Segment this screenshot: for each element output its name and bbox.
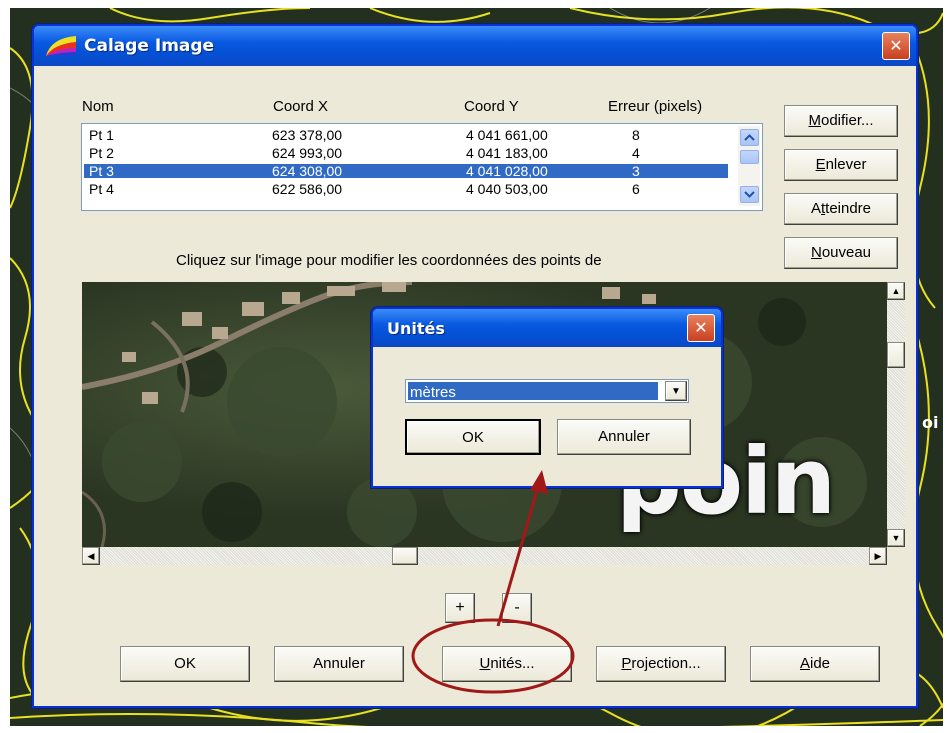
- scroll-thumb[interactable]: [740, 150, 759, 164]
- button-label: ouveau: [821, 244, 872, 261]
- close-icon: ✕: [889, 36, 903, 55]
- access-key: P: [621, 655, 632, 672]
- chevron-down-icon: [744, 191, 755, 198]
- point-name: Pt 4: [89, 181, 114, 197]
- scroll-down-button[interactable]: ▼: [887, 529, 905, 547]
- point-name: Pt 2: [89, 145, 114, 161]
- unites-close-button[interactable]: ✕: [687, 314, 715, 342]
- chevron-down-icon: ▼: [671, 386, 681, 397]
- column-header-nom: Nom: [82, 98, 114, 115]
- point-y: 4 041 028,00: [466, 163, 548, 179]
- unites-button[interactable]: Unités...: [442, 646, 572, 682]
- list-item[interactable]: Pt 4 622 586,00 4 040 503,00 6: [84, 182, 762, 196]
- point-error: 4: [632, 145, 640, 161]
- scroll-right-button[interactable]: ▶: [869, 547, 887, 565]
- column-header-coord-x: Coord X: [273, 98, 329, 115]
- points-list[interactable]: Pt 1 623 378,00 4 041 661,00 8 Pt 2 624 …: [81, 123, 763, 211]
- title-bar[interactable]: Calage Image ✕: [34, 26, 916, 66]
- button-label: nités...: [490, 655, 535, 672]
- point-name: Pt 1: [89, 127, 114, 143]
- dropdown-button[interactable]: ▼: [665, 381, 687, 401]
- point-x: 622 586,00: [272, 181, 343, 197]
- background-text-fragment: oi: [922, 413, 939, 432]
- button-label: ide: [809, 655, 831, 672]
- point-x: 624 308,00: [272, 163, 343, 179]
- dialog-title: Calage Image: [84, 36, 215, 56]
- annuler-button[interactable]: Annuler: [274, 646, 404, 682]
- app-icon: [46, 36, 76, 56]
- atteindre-button[interactable]: Atteindre: [784, 193, 898, 225]
- unites-annuler-button[interactable]: Annuler: [557, 419, 691, 455]
- modifier-button[interactable]: Modifier...: [784, 105, 898, 137]
- close-button[interactable]: ✕: [882, 32, 910, 60]
- unites-dialog-title: Unités: [387, 319, 445, 338]
- nouveau-button[interactable]: Nouveau: [784, 237, 898, 269]
- button-label: odifier...: [820, 112, 874, 129]
- access-key: N: [810, 244, 822, 261]
- scroll-left-button[interactable]: ◀: [82, 547, 100, 565]
- scroll-down-button[interactable]: [740, 186, 759, 203]
- list-scrollbar[interactable]: [738, 126, 760, 206]
- units-selected-value: mètres: [408, 382, 658, 401]
- point-error: 6: [632, 181, 640, 197]
- button-label: nlever: [825, 156, 867, 173]
- zoom-out-button[interactable]: -: [502, 593, 532, 623]
- map-background: oi Calage Image ✕ Nom Coord X Coord Y Er…: [10, 8, 943, 726]
- scroll-up-button[interactable]: ▲: [887, 282, 905, 300]
- units-value-text: mètres: [410, 384, 456, 401]
- point-y: 4 040 503,00: [466, 181, 548, 197]
- units-select[interactable]: mètres ▼: [405, 379, 689, 403]
- access-key: A: [799, 655, 810, 672]
- scroll-up-button[interactable]: [740, 129, 759, 146]
- projection-button[interactable]: Projection...: [596, 646, 726, 682]
- button-label: A: [810, 200, 821, 217]
- chevron-up-icon: [744, 134, 755, 141]
- image-horizontal-scrollbar[interactable]: ◀ ▶: [82, 547, 887, 565]
- zoom-in-button[interactable]: +: [445, 593, 475, 623]
- image-vertical-scrollbar[interactable]: ▲ ▼: [887, 282, 905, 547]
- point-name: Pt 3: [89, 163, 114, 179]
- enlever-button[interactable]: Enlever: [784, 149, 898, 181]
- ok-button[interactable]: OK: [120, 646, 250, 682]
- list-item-selected[interactable]: Pt 3 624 308,00 4 041 028,00 3: [84, 164, 728, 178]
- button-label: teindre: [825, 200, 872, 217]
- instruction-text: Cliquez sur l'image pour modifier les co…: [176, 252, 602, 269]
- point-x: 623 378,00: [272, 127, 343, 143]
- list-item[interactable]: Pt 1 623 378,00 4 041 661,00 8: [84, 128, 762, 142]
- access-key: U: [479, 655, 491, 672]
- unites-ok-button[interactable]: OK: [405, 419, 541, 455]
- scroll-thumb[interactable]: [392, 547, 418, 565]
- access-key: E: [815, 156, 826, 173]
- point-error: 3: [632, 163, 640, 179]
- scroll-thumb[interactable]: [887, 342, 905, 368]
- point-error: 8: [632, 127, 640, 143]
- unites-title-bar[interactable]: Unités ✕: [373, 309, 721, 347]
- column-header-erreur: Erreur (pixels): [608, 98, 703, 115]
- close-icon: ✕: [694, 318, 708, 337]
- point-y: 4 041 661,00: [466, 127, 548, 143]
- unites-dialog: Unités ✕ mètres ▼ OK Annuler: [371, 307, 723, 488]
- point-y: 4 041 183,00: [466, 145, 548, 161]
- aide-button[interactable]: Aide: [750, 646, 880, 682]
- point-x: 624 993,00: [272, 145, 343, 161]
- access-key: M: [808, 112, 821, 129]
- list-item[interactable]: Pt 2 624 993,00 4 041 183,00 4: [84, 146, 762, 160]
- button-label: rojection...: [631, 655, 701, 672]
- column-header-coord-y: Coord Y: [464, 98, 519, 115]
